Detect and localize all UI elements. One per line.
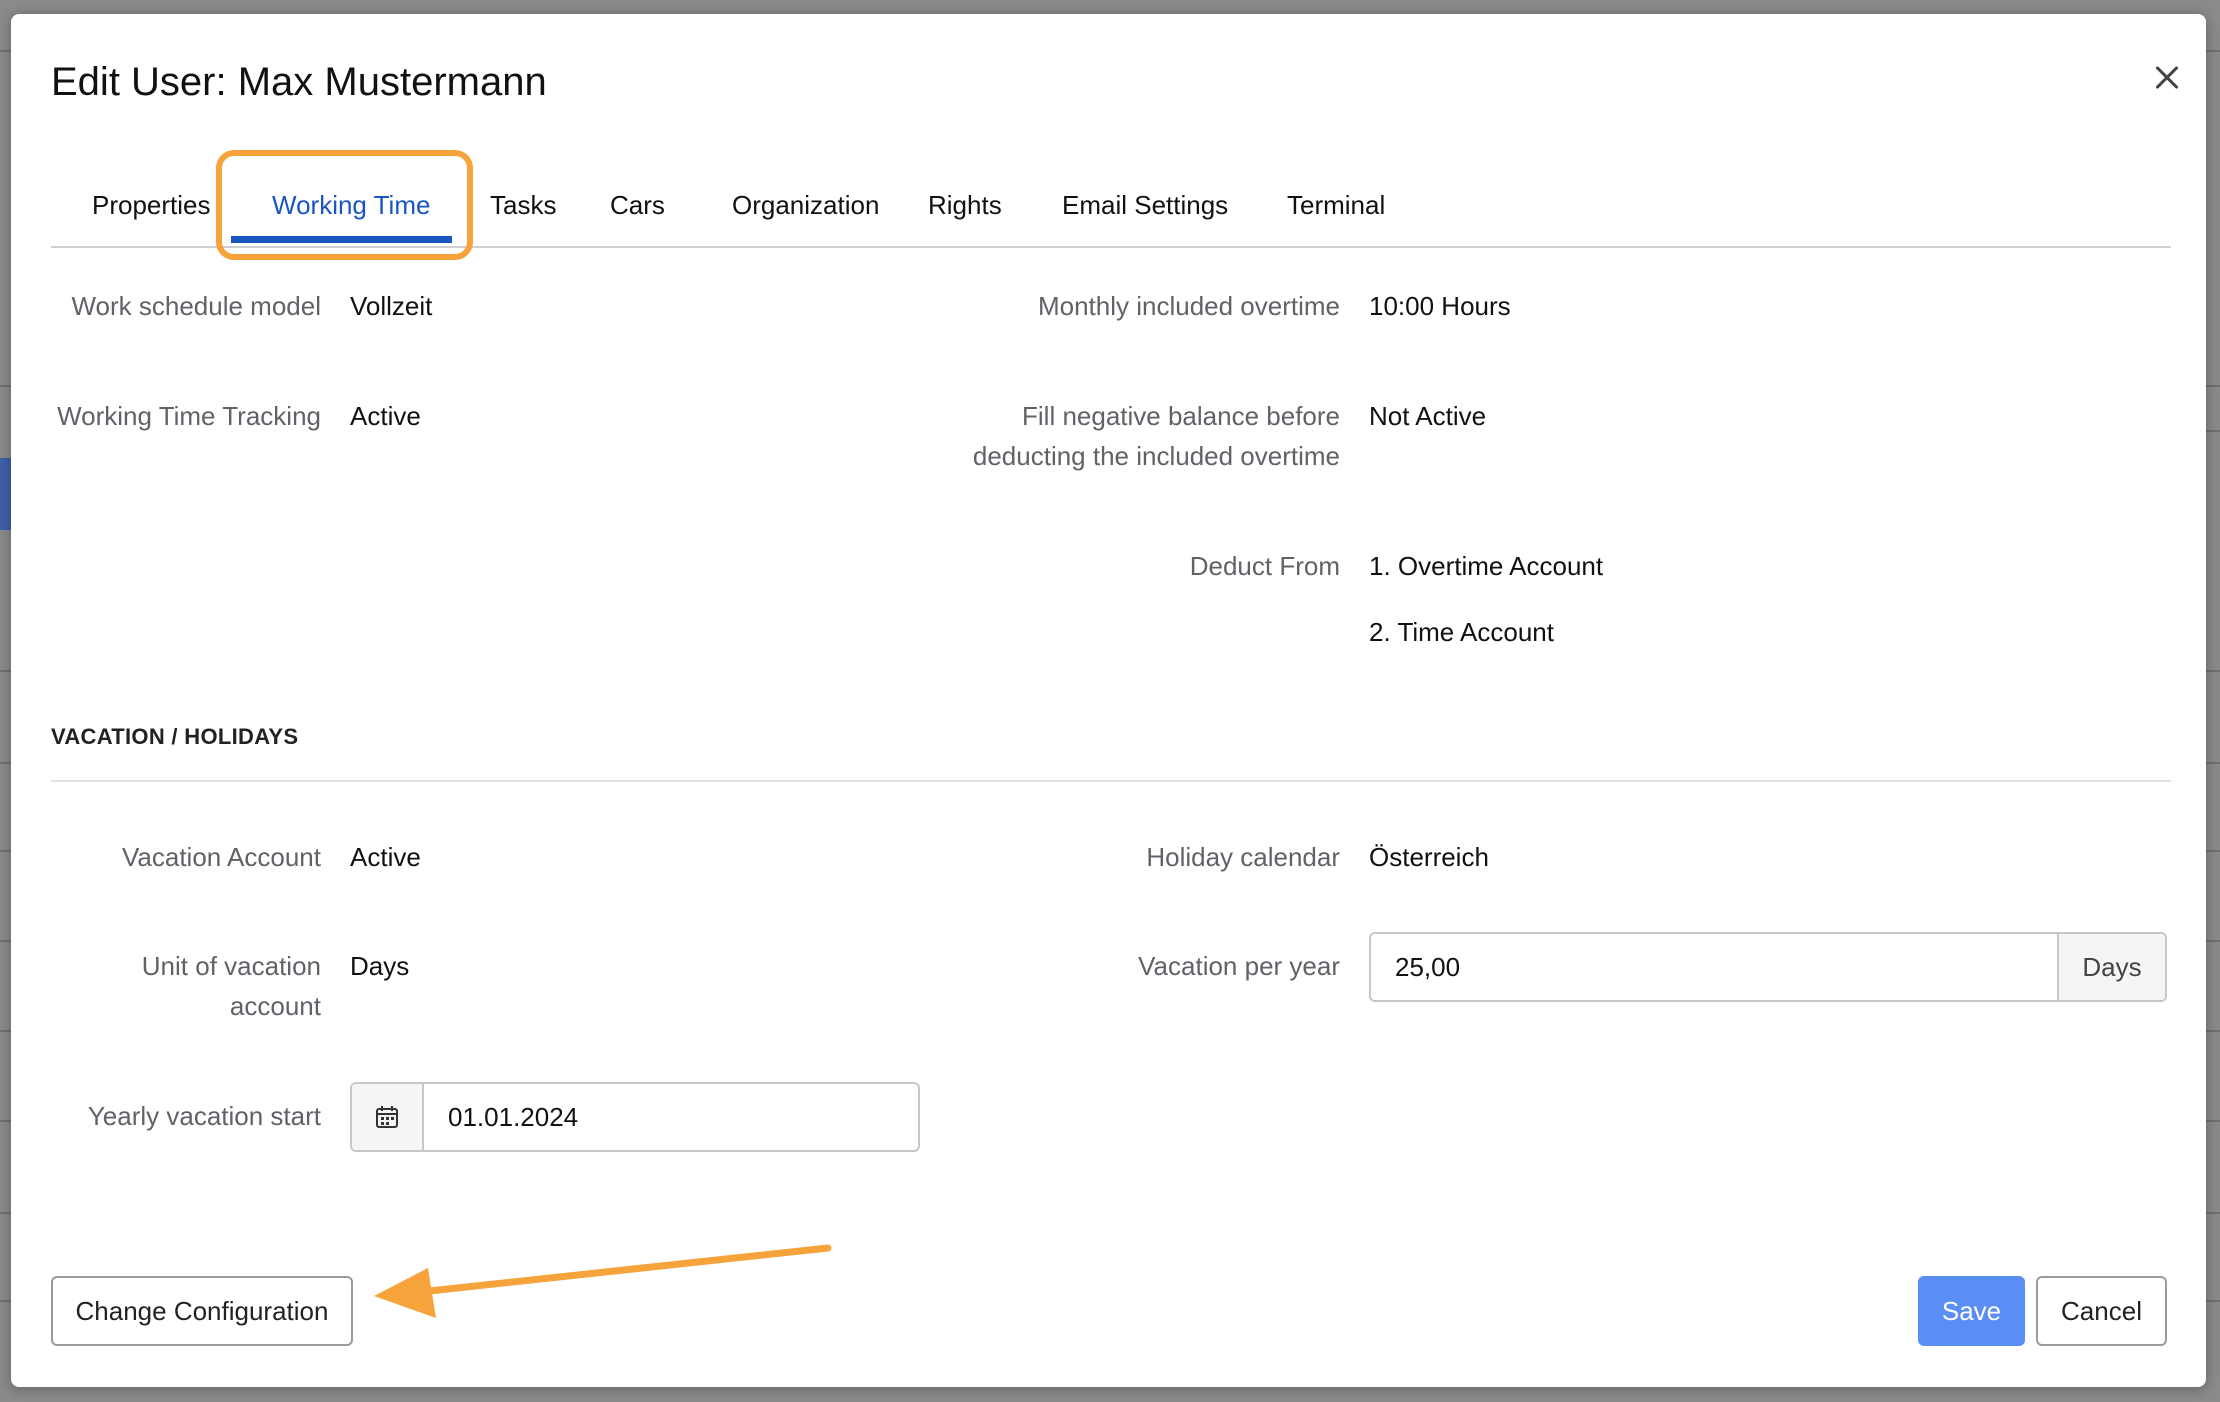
save-button[interactable]: Save xyxy=(1918,1276,2025,1346)
edit-user-dialog: Edit User: Max Mustermann Properties Wor… xyxy=(11,14,2206,1387)
holiday-calendar-label: Holiday calendar xyxy=(1146,842,1340,872)
work-schedule-model-label: Work schedule model xyxy=(71,291,321,321)
monthly-overtime-label: Monthly included overtime xyxy=(1037,291,1340,321)
tab-cars[interactable]: Cars xyxy=(610,190,665,221)
deduct-from-item-1: 1. Overtime Account xyxy=(1369,551,1604,581)
deduct-from-label: Deduct From xyxy=(1189,551,1340,581)
section-divider xyxy=(51,780,2171,782)
tab-email-settings[interactable]: Email Settings xyxy=(1062,190,1228,221)
tab-rights[interactable]: Rights xyxy=(928,190,1002,221)
fill-negative-balance-value: Not Active xyxy=(1369,401,1487,431)
deduct-from-item-2: 2. Time Account xyxy=(1369,617,1554,647)
tab-terminal[interactable]: Terminal xyxy=(1287,190,1385,221)
vacation-per-year-field: 25,00 Days xyxy=(1369,932,2167,1002)
vacation-unit-label: Unit of vacation account xyxy=(141,951,321,1021)
yearly-vacation-start-input[interactable]: 01.01.2024 xyxy=(424,1084,918,1150)
monthly-overtime-value: 10:00 Hours xyxy=(1369,291,1511,321)
working-time-tracking-label: Working Time Tracking xyxy=(57,401,321,431)
cancel-button[interactable]: Cancel xyxy=(2036,1276,2167,1346)
vacation-section-title: VACATION / HOLIDAYS xyxy=(51,724,299,749)
yearly-vacation-start-field: 01.01.2024 xyxy=(350,1082,920,1152)
vacation-per-year-unit: Days xyxy=(2057,934,2165,1000)
working-time-tracking-value: Active xyxy=(350,401,421,431)
sidebar-toggle[interactable] xyxy=(0,458,11,530)
work-schedule-model-value: Vollzeit xyxy=(350,291,433,321)
dialog-title: Edit User: Max Mustermann xyxy=(51,60,547,104)
vacation-account-value: Active xyxy=(350,842,421,872)
fill-negative-balance-label: Fill negative balance before deducting t… xyxy=(972,401,1340,471)
holiday-calendar-value: Österreich xyxy=(1369,842,1489,872)
tab-organization[interactable]: Organization xyxy=(732,190,879,221)
vacation-per-year-label: Vacation per year xyxy=(1138,951,1340,981)
tab-properties[interactable]: Properties xyxy=(92,190,211,221)
vacation-unit-value: Days xyxy=(350,951,410,981)
close-icon[interactable] xyxy=(2139,50,2195,106)
calendar-icon[interactable] xyxy=(352,1084,424,1150)
vacation-account-label: Vacation Account xyxy=(122,842,321,872)
yearly-vacation-start-label: Yearly vacation start xyxy=(87,1101,321,1131)
change-configuration-button[interactable]: Change Configuration xyxy=(51,1276,353,1346)
vacation-per-year-input[interactable]: 25,00 xyxy=(1371,934,2057,1000)
tab-tasks[interactable]: Tasks xyxy=(490,190,556,221)
tab-highlight-annotation xyxy=(216,150,473,260)
